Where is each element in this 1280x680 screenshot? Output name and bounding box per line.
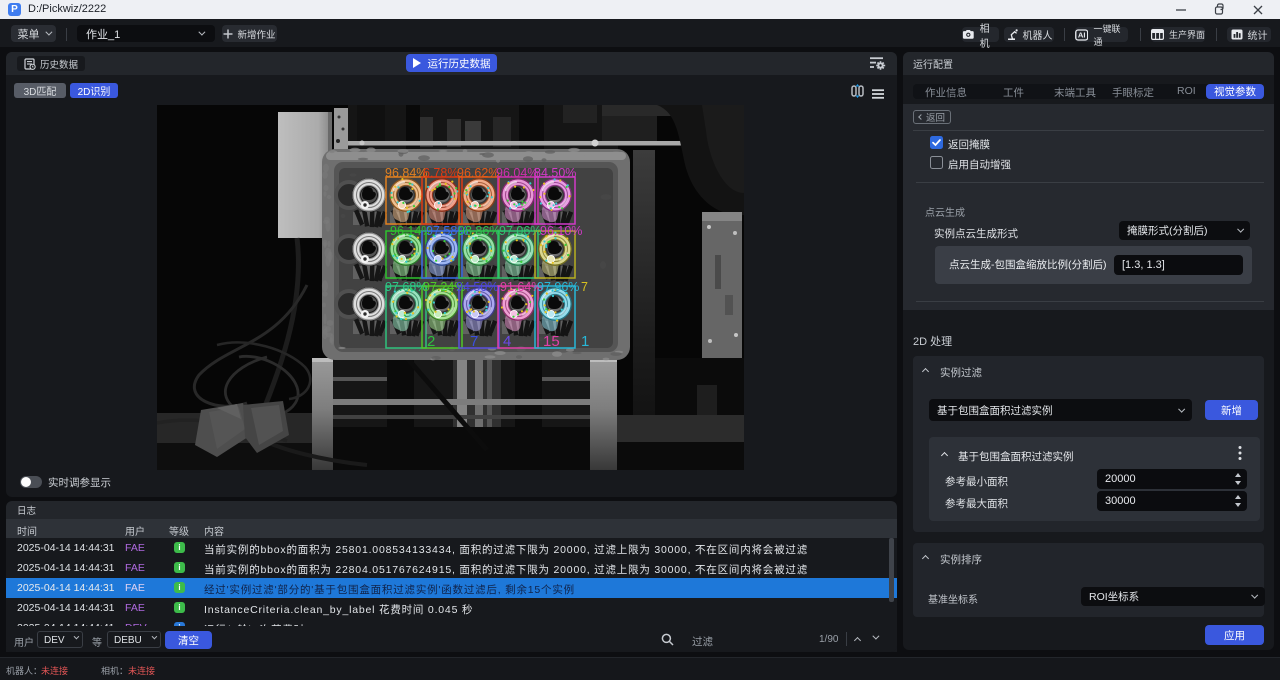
svg-text:97.06%: 97.06% <box>499 224 541 238</box>
svg-text:94.50%: 94.50% <box>456 280 498 294</box>
svg-text:7: 7 <box>470 333 478 350</box>
svg-text:4: 4 <box>503 333 511 350</box>
svg-text:1: 1 <box>581 333 589 350</box>
svg-text:96.84%: 96.84% <box>385 166 427 180</box>
svg-text:96.04%: 96.04% <box>496 166 538 180</box>
svg-text:AI: AI <box>1078 30 1086 39</box>
svg-text:98.86%: 98.86% <box>458 224 500 238</box>
svg-text:84.50%: 84.50% <box>534 166 576 180</box>
svg-text:6.78%: 6.78% <box>423 166 458 180</box>
svg-text:96.10%: 96.10% <box>540 224 582 238</box>
svg-text:2: 2 <box>427 333 435 350</box>
svg-text:15: 15 <box>543 333 560 350</box>
svg-text:97.68%: 97.68% <box>385 280 427 294</box>
svg-text:7: 7 <box>581 280 588 294</box>
svg-text:96.62%: 96.62% <box>457 166 499 180</box>
svg-text:97.96%: 97.96% <box>537 280 579 294</box>
